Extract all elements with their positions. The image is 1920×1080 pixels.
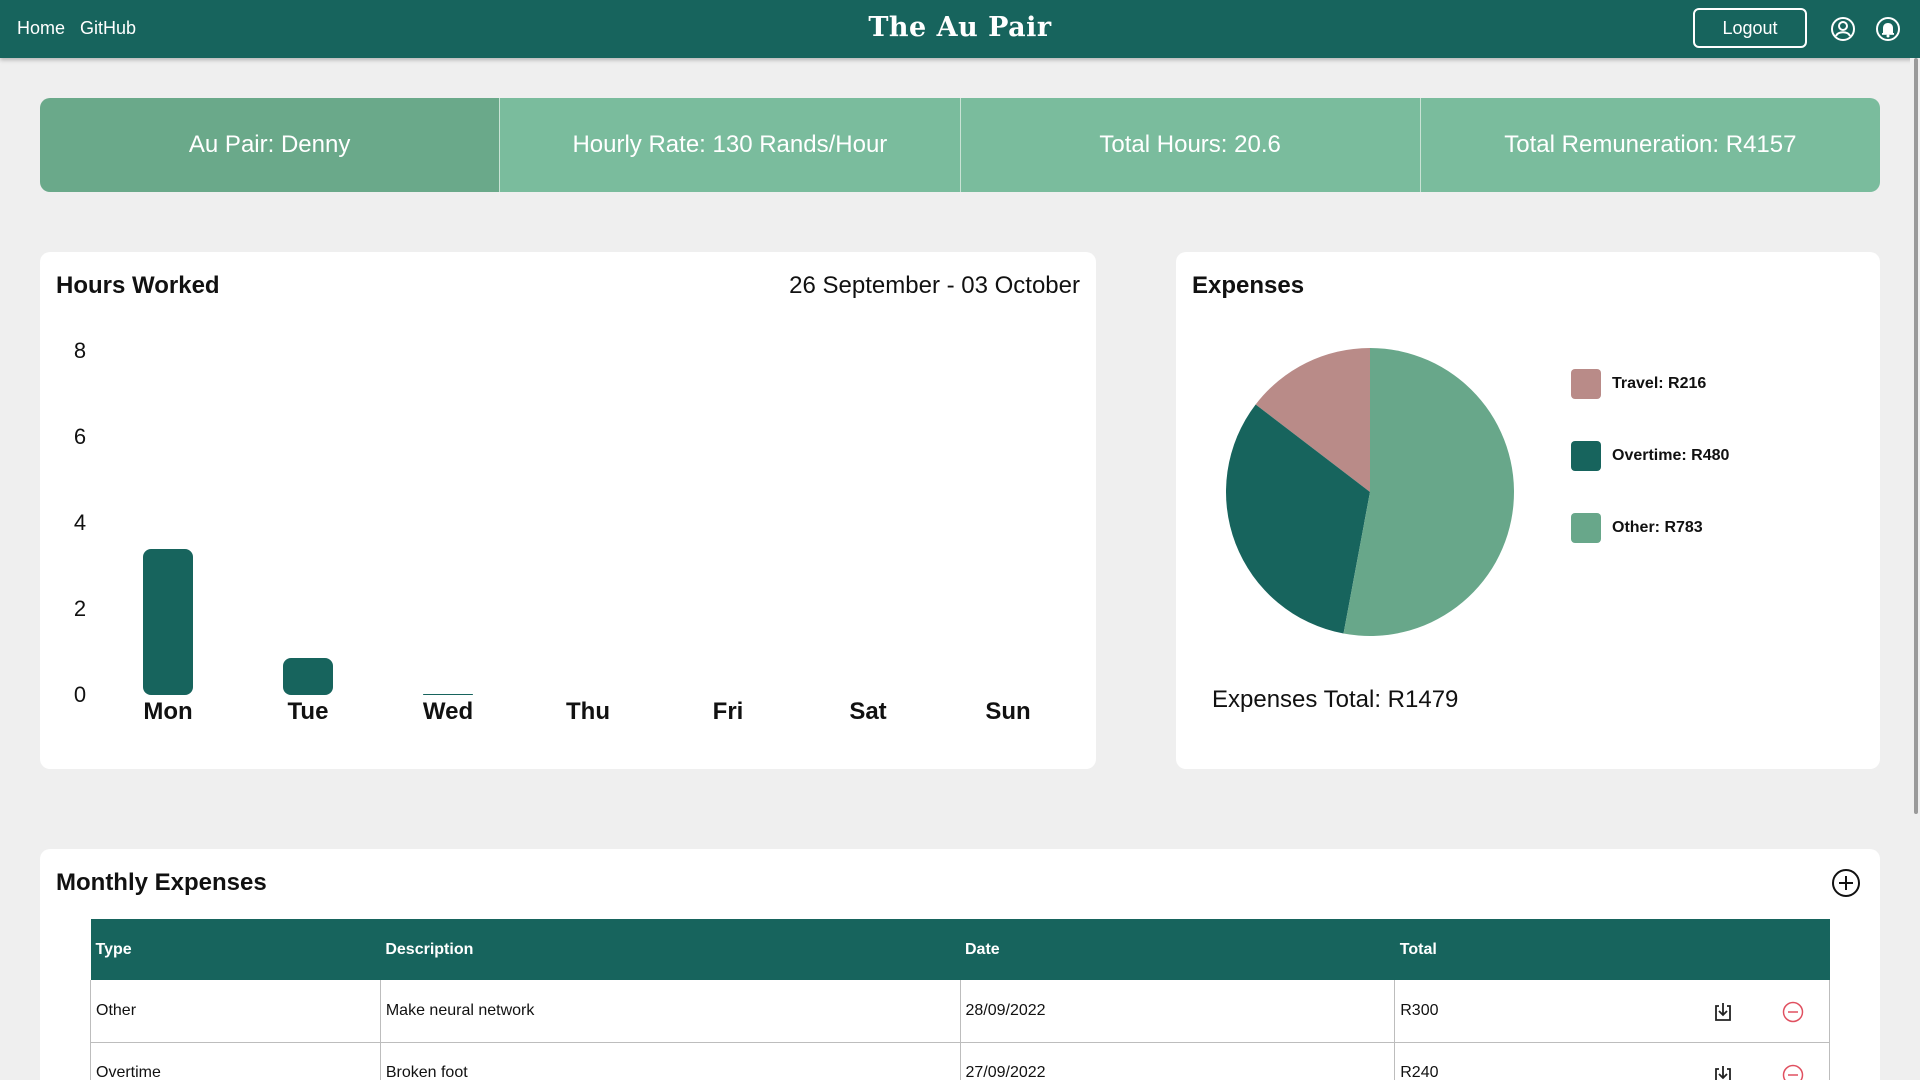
legend-label: Other: R783 [1612,519,1703,536]
y-axis-tick: 8 [73,338,87,363]
cell-total: R240 [1394,1042,1830,1080]
column-header-date[interactable]: Date [960,919,1395,980]
hours-worked-title: Hours Worked [56,272,220,299]
cell-type: Overtime [90,1042,381,1080]
plus-circle-icon[interactable] [1831,868,1861,898]
legend-item[interactable]: Overtime: R480 [1571,441,1729,471]
cell-total-value: R240 [1400,1064,1439,1080]
column-header-type[interactable]: Type [90,919,381,980]
table-header-row: Type Description Date Total [90,919,1830,980]
x-axis-label-sun: Sun [985,698,1031,725]
summary-stats: Au Pair: Denny Hourly Rate: 130 Rands/Ho… [40,98,1880,192]
download-icon[interactable] [1711,1000,1735,1024]
scrollbar-thumb[interactable] [1914,58,1918,814]
expenses-pie-chart [1226,348,1514,636]
column-header-description[interactable]: Description [380,919,960,980]
cell-description: Broken foot [379,1042,960,1080]
x-axis-label-sat: Sat [849,698,887,725]
week-range: 26 September - 03 October [789,272,1080,299]
legend-swatch [1571,441,1601,471]
legend-item[interactable]: Travel: R216 [1571,369,1706,399]
expenses-total: Expenses Total: R1479 [1212,686,1459,713]
legend-label: Overtime: R480 [1612,447,1730,464]
table-row: Overtime Broken foot 27/09/2022 R240 [90,1042,1830,1080]
monthly-expenses-table: Type Description Date Total Other Make n… [90,919,1830,1080]
legend-swatch [1571,369,1601,399]
column-header-total[interactable]: Total [1394,919,1830,980]
cell-description: Make neural network [379,980,960,1043]
stat-hourly-rate: Hourly Rate: 130 Rands/Hour [499,98,960,192]
cell-total-value: R300 [1400,1001,1439,1019]
bar-mon[interactable] [143,548,193,695]
download-icon[interactable] [1711,1063,1735,1080]
cell-date: 27/09/2022 [959,1042,1395,1080]
remove-circle-icon[interactable] [1781,1063,1805,1080]
top-navbar: Home GitHub The Au Pair Logout [0,0,1920,58]
y-axis-tick: 2 [73,596,87,621]
cell-date: 28/09/2022 [959,980,1395,1043]
stat-total-remuneration: Total Remuneration: R4157 [1419,98,1880,192]
notification-bell-icon[interactable] [1875,16,1901,42]
nav-home-link[interactable]: Home [17,18,65,39]
logout-button[interactable]: Logout [1693,8,1807,48]
legend-label: Travel: R216 [1612,375,1707,392]
expenses-title: Expenses [1192,272,1305,299]
legend-item[interactable]: Other: R783 [1571,513,1703,543]
cell-type: Other [90,980,381,1043]
x-axis-label-thu: Thu [566,698,610,725]
table-row: Other Make neural network 28/09/2022 R30… [90,980,1830,1043]
remove-circle-icon[interactable] [1781,1000,1805,1024]
stat-total-hours: Total Hours: 20.6 [959,98,1420,192]
y-axis-tick: 4 [73,510,87,535]
x-axis-label-fri: Fri [712,698,744,725]
monthly-expenses-title: Monthly Expenses [56,869,267,896]
cell-total: R300 [1394,980,1830,1043]
legend-swatch [1571,513,1601,543]
bar-tue[interactable] [283,658,333,695]
user-circle-icon[interactable] [1830,16,1856,42]
hours-worked-card: Hours Worked 26 September - 03 October 0… [40,252,1096,769]
nav-github-link[interactable]: GitHub [80,18,136,39]
y-axis-tick: 6 [73,424,87,449]
x-axis-label-wed: Wed [422,698,474,725]
bar-wed[interactable] [423,693,473,695]
brand-title: The Au Pair [868,12,1052,43]
x-axis-label-tue: Tue [287,698,329,725]
y-axis-tick: 0 [73,682,87,707]
x-axis-label-mon: Mon [143,698,193,725]
stat-au-pair[interactable]: Au Pair: Denny [40,98,500,192]
